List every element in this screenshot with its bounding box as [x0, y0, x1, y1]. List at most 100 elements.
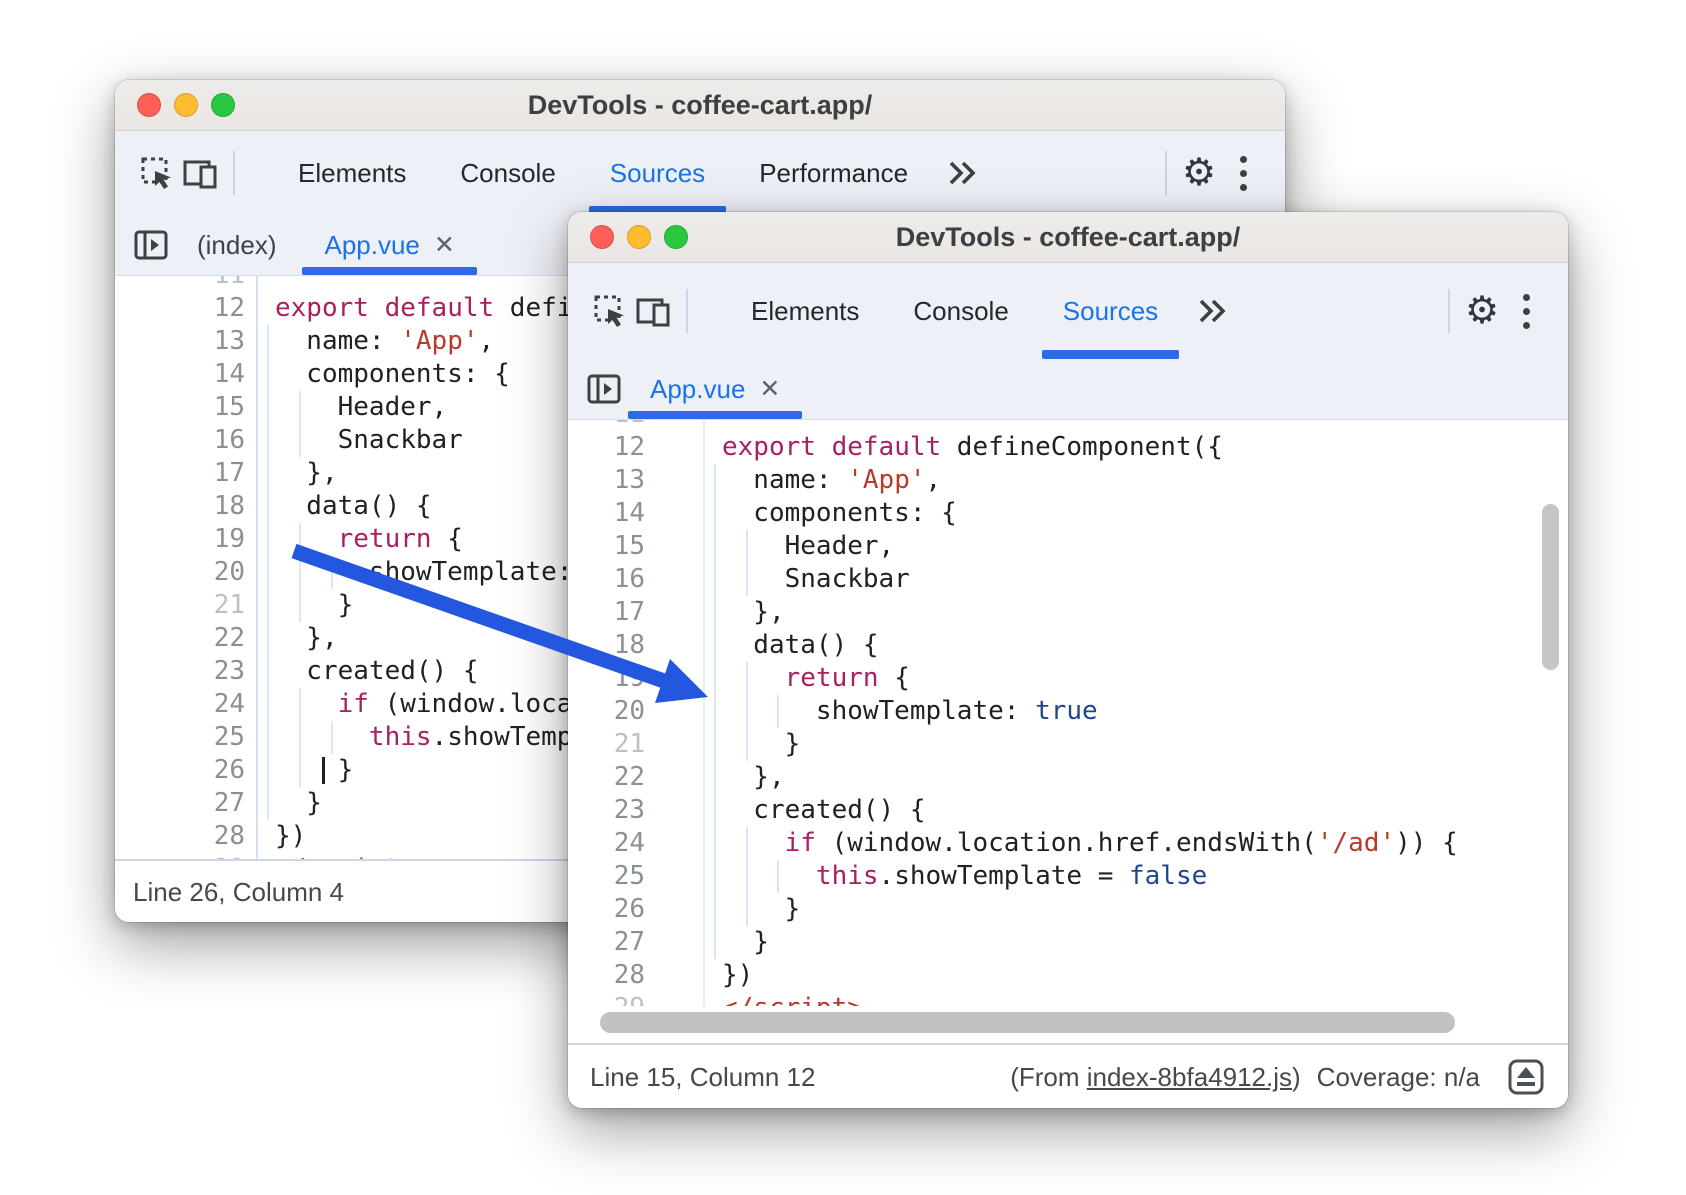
vertical-scrollbar[interactable] [1542, 504, 1559, 670]
line-number: 29 [568, 992, 645, 1006]
status-bar: Line 15, Column 12 (From index-8bfa4912.… [568, 1043, 1568, 1108]
line-number: 28 [115, 820, 245, 853]
show-navigator-icon[interactable] [582, 367, 626, 411]
minimize-window-button[interactable] [174, 93, 198, 117]
tab-console[interactable]: Console [433, 131, 582, 215]
code-line: 29 </script> [568, 992, 1568, 1006]
cursor-position: Line 26, Column 4 [133, 877, 344, 908]
code-line: 21 } [568, 728, 1568, 761]
code-line: 11 [568, 420, 1568, 431]
line-text: created() { [275, 655, 479, 688]
line-number: 21 [115, 589, 245, 622]
line-number: 20 [115, 556, 245, 589]
line-text: return { [722, 662, 910, 695]
load-through-icon[interactable] [1506, 1057, 1546, 1097]
line-text: data() { [722, 629, 879, 662]
device-toolbar-icon[interactable] [632, 289, 676, 333]
line-number: 22 [568, 761, 645, 794]
titlebar[interactable]: DevTools - coffee-cart.app/ [568, 212, 1568, 263]
code-line: 16 Snackbar [568, 563, 1568, 596]
file-tab-appvue[interactable]: App.vue ✕ [300, 215, 478, 275]
inspect-element-icon[interactable] [588, 289, 632, 333]
line-number: 21 [568, 728, 645, 761]
code-line: 18 data() { [568, 629, 1568, 662]
line-number: 28 [568, 959, 645, 992]
close-window-button[interactable] [137, 93, 161, 117]
file-tab-index[interactable]: (index) [173, 215, 300, 275]
toolbar-divider [686, 289, 688, 333]
kebab-menu-icon[interactable] [1504, 289, 1548, 333]
window-title: DevTools - coffee-cart.app/ [568, 222, 1568, 253]
line-text: data() { [275, 490, 432, 523]
file-tab-appvue[interactable]: App.vue ✕ [626, 359, 804, 419]
line-text: } [275, 589, 353, 622]
line-text: name: 'App', [722, 464, 941, 497]
line-text: components: { [722, 497, 957, 530]
line-number: 15 [568, 530, 645, 563]
line-number: 18 [568, 629, 645, 662]
source-editor[interactable]: 1112export default defineComponent({13 n… [568, 420, 1568, 1006]
line-text: showTemplate: true [722, 695, 1098, 728]
zoom-window-button[interactable] [664, 225, 688, 249]
line-text: } [722, 893, 800, 926]
line-text: </script> [722, 992, 863, 1006]
line-number: 13 [115, 325, 245, 358]
line-number: 17 [115, 457, 245, 490]
toolbar-right: ⚙ [1438, 289, 1548, 333]
line-number: 24 [115, 688, 245, 721]
line-text: components: { [275, 358, 510, 391]
line-text: }) [275, 820, 306, 853]
zoom-window-button[interactable] [211, 93, 235, 117]
settings-gear-icon[interactable]: ⚙ [1460, 289, 1504, 333]
line-number: 20 [568, 695, 645, 728]
tab-sources[interactable]: Sources [583, 131, 732, 215]
traffic-lights [137, 80, 235, 130]
tab-elements[interactable]: Elements [724, 263, 886, 359]
line-text: }, [275, 622, 338, 655]
more-tabs-icon[interactable] [1191, 289, 1235, 333]
line-text: }, [275, 457, 338, 490]
line-number: 24 [568, 827, 645, 860]
line-number: 16 [115, 424, 245, 457]
line-text: </script> [275, 853, 416, 859]
text-caret [322, 757, 325, 784]
close-tab-icon[interactable]: ✕ [434, 233, 455, 258]
line-number: 27 [568, 926, 645, 959]
code-line: 14 components: { [568, 497, 1568, 530]
device-toolbar-icon[interactable] [179, 151, 223, 195]
devtools-toolbar: Elements Console Sources Performance ⚙ [115, 131, 1285, 215]
line-text: export default defineComponent({ [722, 431, 1223, 464]
titlebar[interactable]: DevTools - coffee-cart.app/ [115, 80, 1285, 131]
close-window-button[interactable] [590, 225, 614, 249]
minimize-window-button[interactable] [627, 225, 651, 249]
kebab-menu-icon[interactable] [1221, 151, 1265, 195]
code-line: 25 this.showTemplate = false [568, 860, 1568, 893]
line-number: 25 [568, 860, 645, 893]
tab-performance[interactable]: Performance [732, 131, 935, 215]
tab-elements[interactable]: Elements [271, 131, 433, 215]
desktop: DevTools - coffee-cart.app/ Elements Con… [0, 0, 1686, 1195]
line-text: Header, [275, 391, 447, 424]
line-text: }, [722, 596, 785, 629]
line-number: 25 [115, 721, 245, 754]
tab-sources[interactable]: Sources [1036, 263, 1185, 359]
tab-console[interactable]: Console [886, 263, 1035, 359]
inspect-element-icon[interactable] [135, 151, 179, 195]
line-number: 14 [115, 358, 245, 391]
close-tab-icon[interactable]: ✕ [759, 377, 780, 402]
settings-gear-icon[interactable]: ⚙ [1177, 151, 1221, 195]
show-navigator-icon[interactable] [129, 223, 173, 267]
toolbar-divider [1165, 151, 1167, 195]
horizontal-scrollbar[interactable] [600, 1012, 1455, 1033]
more-tabs-icon[interactable] [941, 151, 985, 195]
file-tab-label: App.vue [324, 230, 419, 261]
line-number: 19 [115, 523, 245, 556]
code-line: 20 showTemplate: true [568, 695, 1568, 728]
file-tab-label: (index) [197, 230, 276, 261]
line-number: 22 [115, 622, 245, 655]
line-number: 26 [568, 893, 645, 926]
code-line: 24 if (window.location.href.endsWith('/a… [568, 827, 1568, 860]
line-number: 23 [115, 655, 245, 688]
code-line: 12export default defineComponent({ [568, 431, 1568, 464]
mapped-file-link[interactable]: index-8bfa4912.js [1087, 1062, 1292, 1092]
